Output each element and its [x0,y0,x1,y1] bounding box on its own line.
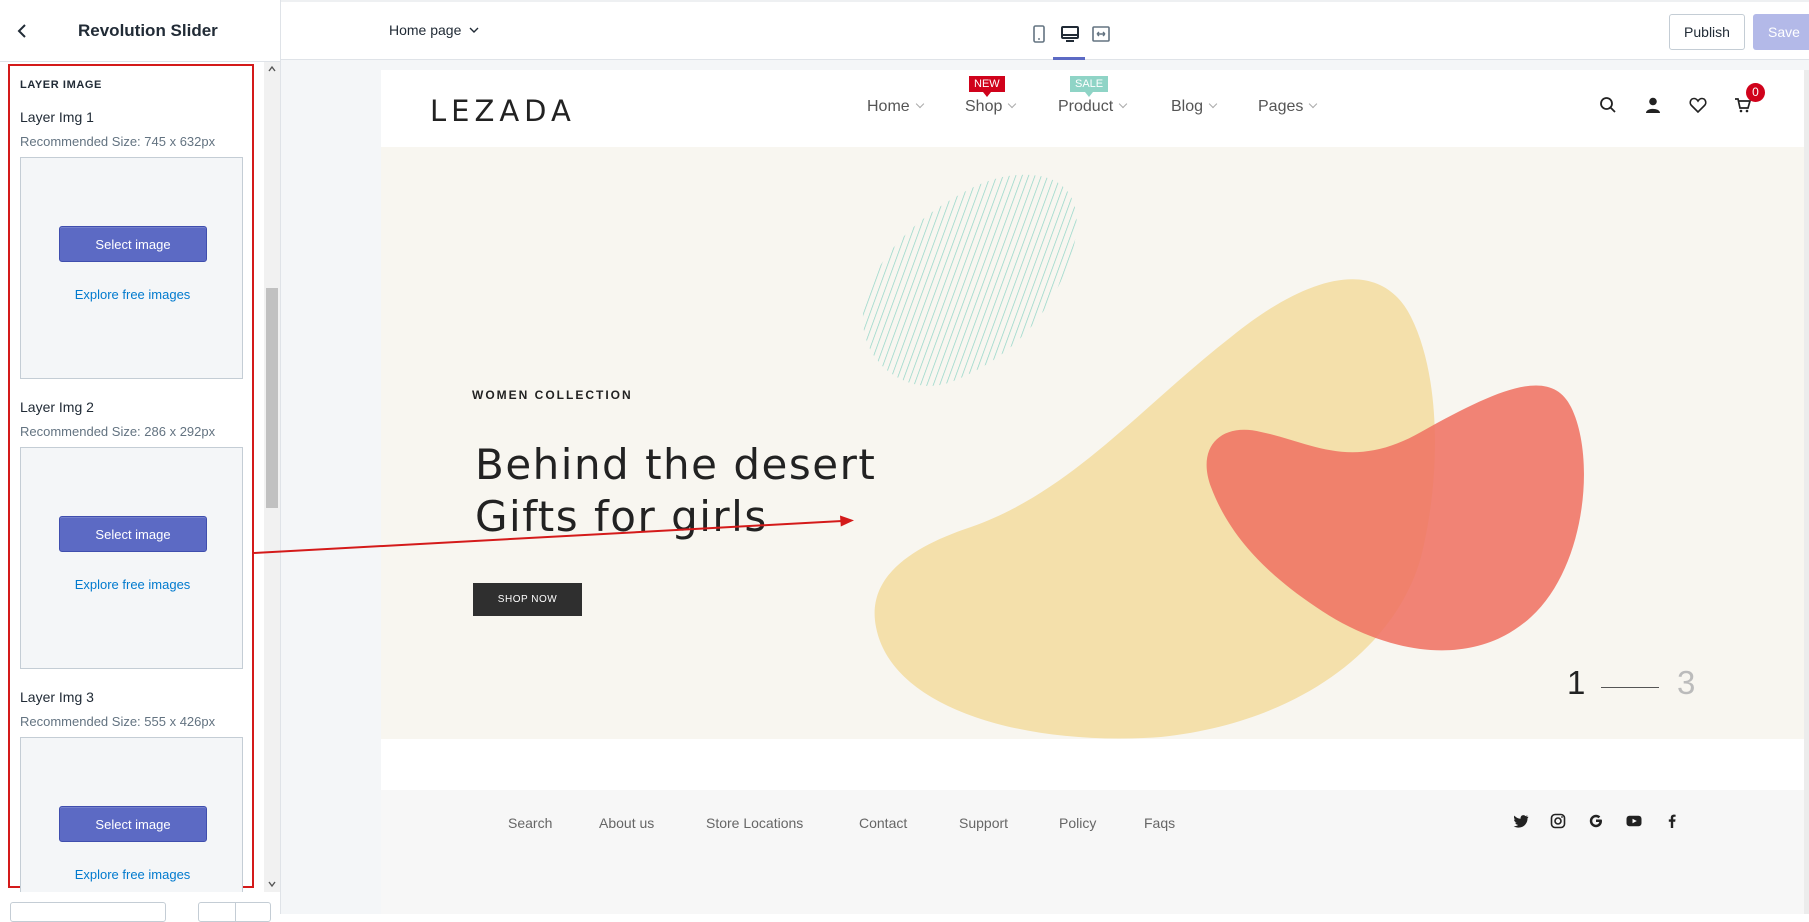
new-badge: NEW [969,76,1005,97]
chevron-down-icon [469,27,479,33]
sidebar-footer [0,892,281,922]
store-logo[interactable]: LEZADA [430,94,576,128]
select-image-button[interactable]: Select image [59,226,207,262]
footer-link-about[interactable]: About us [599,815,654,831]
recommended-size: Recommended Size: 745 x 632px [20,134,216,149]
layer-image-section: LAYER IMAGE Layer Img 1 Recommended Size… [8,64,254,892]
heart-icon[interactable] [1688,95,1708,115]
layer-img-1: Layer Img 1 Recommended Size: 745 x 632p… [20,109,245,379]
explore-free-images-link[interactable]: Explore free images [21,287,244,302]
chevron-down-icon [1208,99,1218,109]
recommended-size: Recommended Size: 555 x 426px [20,714,216,729]
nav-home-label: Home [867,98,910,115]
layer-img-3: Layer Img 3 Recommended Size: 555 x 426p… [20,689,245,892]
footer-link-store-locations[interactable]: Store Locations [706,815,803,831]
layer-img-2: Layer Img 2 Recommended Size: 286 x 292p… [20,399,245,669]
youtube-icon[interactable] [1625,812,1643,830]
explore-free-images-link[interactable]: Explore free images [21,867,244,882]
nav-pages[interactable]: Pages [1258,98,1318,116]
headline-line-2: Gifts for girls [475,492,768,541]
save-button[interactable]: Save [1753,14,1809,50]
nav-shop-label: Shop [965,98,1003,115]
mint-striped-blob [862,174,1077,386]
scrollbar-thumb[interactable] [266,288,278,508]
nav-home[interactable]: Home [867,98,924,116]
slide-total[interactable]: 3 [1677,664,1695,702]
nav-shop[interactable]: Shop [965,98,1017,116]
sidebar-scroll-area: LAYER IMAGE Layer Img 1 Recommended Size… [0,62,281,892]
recommended-size: Recommended Size: 286 x 292px [20,424,216,439]
nav-product-label: Product [1058,98,1114,115]
footer-link-policy[interactable]: Policy [1059,815,1096,831]
nav-pages-label: Pages [1258,98,1304,115]
nav-blog[interactable]: Blog [1171,98,1218,116]
publish-button[interactable]: Publish [1669,14,1745,50]
sale-badge: SALE [1070,76,1109,97]
hero-slider: WOMEN COLLECTION Behind the desert Gifts… [381,147,1809,739]
store-preview: LEZADA Home Shop NEW Product SALE Blog P… [381,70,1809,914]
desktop-icon[interactable] [1058,22,1082,46]
google-icon[interactable] [1587,812,1605,830]
image-dropzone[interactable]: Select image Explore free images [20,737,243,892]
fullwidth-icon[interactable] [1089,22,1113,46]
back-arrow-icon[interactable] [10,19,34,43]
page-selector-label: Home page [389,22,462,38]
twitter-icon[interactable] [1512,812,1530,830]
slide-current[interactable]: 1 [1567,664,1585,702]
chevron-down-icon [1008,99,1017,109]
chevron-down-icon [915,99,924,109]
facebook-icon[interactable] [1663,812,1681,830]
scroll-up-icon[interactable] [268,65,276,73]
chevron-down-icon [1309,99,1318,109]
footer-link-search[interactable]: Search [508,815,552,831]
instagram-icon[interactable] [1549,812,1567,830]
sidebar-scrollbar[interactable] [264,62,280,892]
nav-blog-label: Blog [1171,98,1204,115]
select-image-button[interactable]: Select image [59,806,207,842]
explore-free-images-link[interactable]: Explore free images [21,577,244,592]
layer-label: Layer Img 1 [20,109,94,125]
footer-link-support[interactable]: Support [959,815,1008,831]
hero-eyebrow: WOMEN COLLECTION [472,388,633,402]
editor-topbar: Home page Publish Save [281,0,1809,60]
select-image-button[interactable]: Select image [59,516,207,552]
preview-scrollbar[interactable] [1804,70,1809,914]
footer-link-contact[interactable]: Contact [859,815,907,831]
image-dropzone[interactable]: Select image Explore free images [20,447,243,669]
scroll-down-icon[interactable] [268,880,276,888]
image-dropzone[interactable]: Select image Explore free images [20,157,243,379]
shop-now-button[interactable]: SHOP NOW [473,583,582,616]
footer-input[interactable] [10,902,166,922]
footer-button-right[interactable] [235,902,271,922]
sidebar: Revolution Slider LAYER IMAGE Layer Img … [0,0,281,922]
mobile-icon[interactable] [1027,22,1051,46]
layer-label: Layer Img 2 [20,399,94,415]
page-selector[interactable]: Home page [389,22,479,38]
cart-count-badge: 0 [1746,83,1765,102]
user-icon[interactable] [1643,95,1663,115]
hero-headline: Behind the desert Gifts for girls [475,439,876,543]
search-icon[interactable] [1598,95,1618,115]
sidebar-header: Revolution Slider [0,0,281,62]
layer-label: Layer Img 3 [20,689,94,705]
store-footer [381,790,1809,914]
slide-divider [1601,687,1659,688]
footer-link-faqs[interactable]: Faqs [1144,815,1175,831]
chevron-down-icon [1118,99,1128,109]
nav-product[interactable]: Product [1058,98,1128,116]
footer-button-left[interactable] [198,902,236,922]
headline-line-1: Behind the desert [475,440,877,489]
sidebar-title: Revolution Slider [78,21,218,40]
section-title: LAYER IMAGE [20,79,102,91]
